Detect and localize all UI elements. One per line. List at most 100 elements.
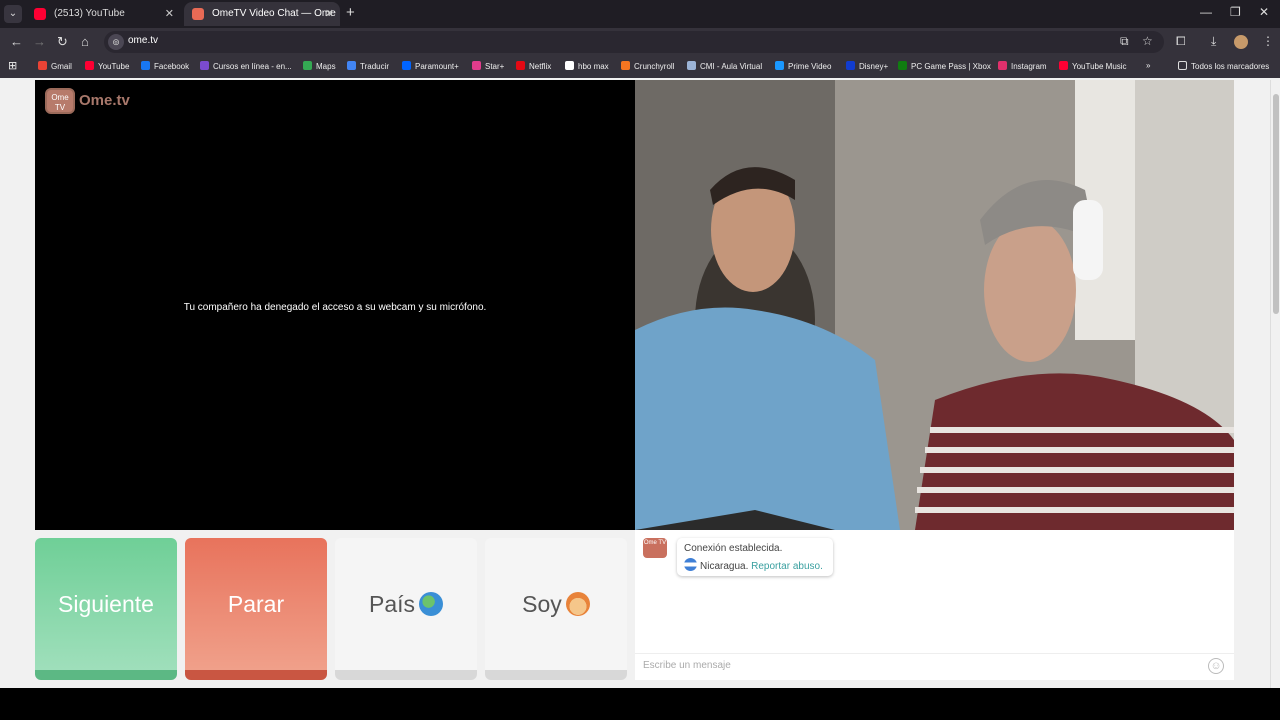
install-icon[interactable]: ⧉ [1120,34,1129,49]
all-bookmarks-folder[interactable]: Todos los marcadores [1178,61,1269,71]
bookmark-favicon-icon [200,61,209,70]
message-placeholder: Escribe un mensaje [643,660,731,671]
ometv-chat-avatar: Ome TV [643,538,667,558]
chat-panel: Ome TV Conexión establecida. Nicaragua. … [635,530,1234,680]
bookmark-favicon-icon [303,61,312,70]
bookmark-item[interactable]: hbo max [565,61,609,71]
bookmark-item[interactable]: Instagram [998,61,1047,71]
bookmark-item[interactable]: Cursos en línea - en... [200,61,292,71]
tab-ometv[interactable]: OmeTV Video Chat — Ome ✕ [184,2,340,26]
minimize-icon[interactable]: — [1200,5,1212,19]
bookmark-favicon-icon [687,61,696,70]
bookmark-item[interactable]: Star+ [472,61,504,71]
bookmark-item[interactable]: Traducir [347,61,389,71]
country-label: País [368,591,416,617]
logo-text: Ome.tv [79,92,130,109]
country-button[interactable]: País [335,538,477,680]
bookmark-item[interactable]: YouTube [85,61,129,71]
webcam-image [635,80,1234,530]
bookmark-label: Prime Video [788,62,832,71]
tab-youtube[interactable]: (2513) YouTube ✕ [26,2,180,26]
bookmark-item[interactable]: Crunchyroll [621,61,674,71]
ometv-page: Ome TV Ome.tv Tu compañero ha denegado e… [0,80,1270,688]
bookmark-label: YouTube Music [1072,62,1127,71]
ometv-icon [192,8,204,20]
globe-icon [419,592,444,616]
emoji-smile-icon[interactable]: ☺ [1208,658,1224,674]
url-text: ome.tv [128,35,159,46]
gender-button[interactable]: Soy [485,538,627,680]
bookmark-item[interactable]: Disney+ [846,61,888,71]
bookmark-favicon-icon [141,61,150,70]
bookmark-item[interactable]: Netflix [516,61,551,71]
bookmarks-bar: ⊞ » Todos los marcadores Gmail YouTube Fac… [0,56,1280,78]
restore-icon[interactable]: ❐ [1230,5,1241,19]
bookmark-favicon-icon [38,61,47,70]
new-tab-icon[interactable]: + [346,4,355,21]
close-window-icon[interactable]: ✕ [1259,5,1269,19]
bookmark-item[interactable]: Maps [303,61,336,71]
bookmark-favicon-icon [1059,61,1068,70]
close-icon[interactable]: ✕ [165,2,174,26]
bookmark-label: CMI - Aula Virtual [700,62,763,71]
stop-button[interactable]: Parar [185,538,327,680]
scroll-thumb[interactable] [1273,94,1279,314]
system-message: Conexión establecida. Nicaragua. Reporta… [677,538,833,576]
tab-title: OmeTV Video Chat — Ome [212,8,336,19]
bookmark-item[interactable]: Paramount+ [402,61,459,71]
reload-icon[interactable]: ↻ [57,34,68,50]
address-bar[interactable]: ⊚ ome.tv [104,31,1164,53]
youtube-icon [34,8,46,20]
profile-avatar[interactable] [1234,35,1248,49]
bookmark-label: PC Game Pass | Xbox [911,62,991,71]
logo-badge: Ome TV [45,88,75,114]
tab-strip: ⌄ (2513) YouTube ✕ OmeTV Video Chat — Om… [0,0,1280,28]
bookmark-item[interactable]: Prime Video [775,61,831,71]
forward-icon[interactable]: → [33,34,46,49]
bookmark-favicon-icon [347,61,356,70]
download-icon[interactable]: ⤓ [1211,34,1216,49]
bookmark-label: Maps [316,62,336,71]
bookmark-favicon-icon [846,61,855,70]
gender-label: Soy [522,591,562,617]
menu-dots-icon[interactable]: ⋮ [1262,34,1274,48]
bookmark-label: hbo max [578,62,609,71]
bookmark-label: Paramount+ [415,62,459,71]
self-webcam-video [635,80,1234,530]
bookmark-label: Disney+ [859,62,889,71]
site-info-icon[interactable]: ⊚ [108,34,124,50]
bookmark-favicon-icon [516,61,525,70]
message-input[interactable]: Escribe un mensaje ☺ [635,653,1234,677]
bookmark-item[interactable]: PC Game Pass | Xbox [898,61,991,71]
bookmark-item[interactable]: Gmail [38,61,72,71]
extensions-icon[interactable]: ⧠ [1176,34,1186,49]
tab-search-icon[interactable]: ⌄ [4,5,22,23]
page-scrollbar[interactable] [1270,80,1280,688]
back-icon[interactable]: ← [10,34,23,49]
bookmark-item[interactable]: Facebook [141,61,189,71]
folder-icon [1178,61,1187,70]
bookmark-favicon-icon [998,61,1007,70]
bookmark-item[interactable]: CMI - Aula Virtual [687,61,762,71]
more-bookmarks-icon[interactable]: » [1146,61,1150,70]
close-icon[interactable]: ✕ [325,2,334,26]
bookmark-label: Traducir [360,62,390,71]
bookmark-label: Crunchyroll [634,62,675,71]
bookmark-star-icon[interactable]: ☆ [1142,34,1153,48]
bookmark-favicon-icon [402,61,411,70]
bookmark-label: Gmail [51,62,72,71]
boy-icon [565,592,590,616]
report-abuse-link[interactable]: Reportar abuso. [751,561,823,572]
bookmark-label: Cursos en línea - en... [213,62,292,71]
bookmark-label: Netflix [529,62,552,71]
partner-video: Ome TV Ome.tv Tu compañero ha denegado e… [35,80,635,530]
nicaragua-flag-icon [684,558,697,571]
next-button[interactable]: Siguiente [35,538,177,680]
bookmark-favicon-icon [565,61,574,70]
home-icon[interactable]: ⌂ [81,34,89,49]
bookmark-item[interactable]: YouTube Music [1059,61,1127,71]
apps-grid-icon[interactable]: ⊞ [8,59,17,72]
browser-window: ⌄ (2513) YouTube ✕ OmeTV Video Chat — Om… [0,0,1280,688]
bookmark-favicon-icon [775,61,784,70]
bookmark-favicon-icon [898,61,907,70]
